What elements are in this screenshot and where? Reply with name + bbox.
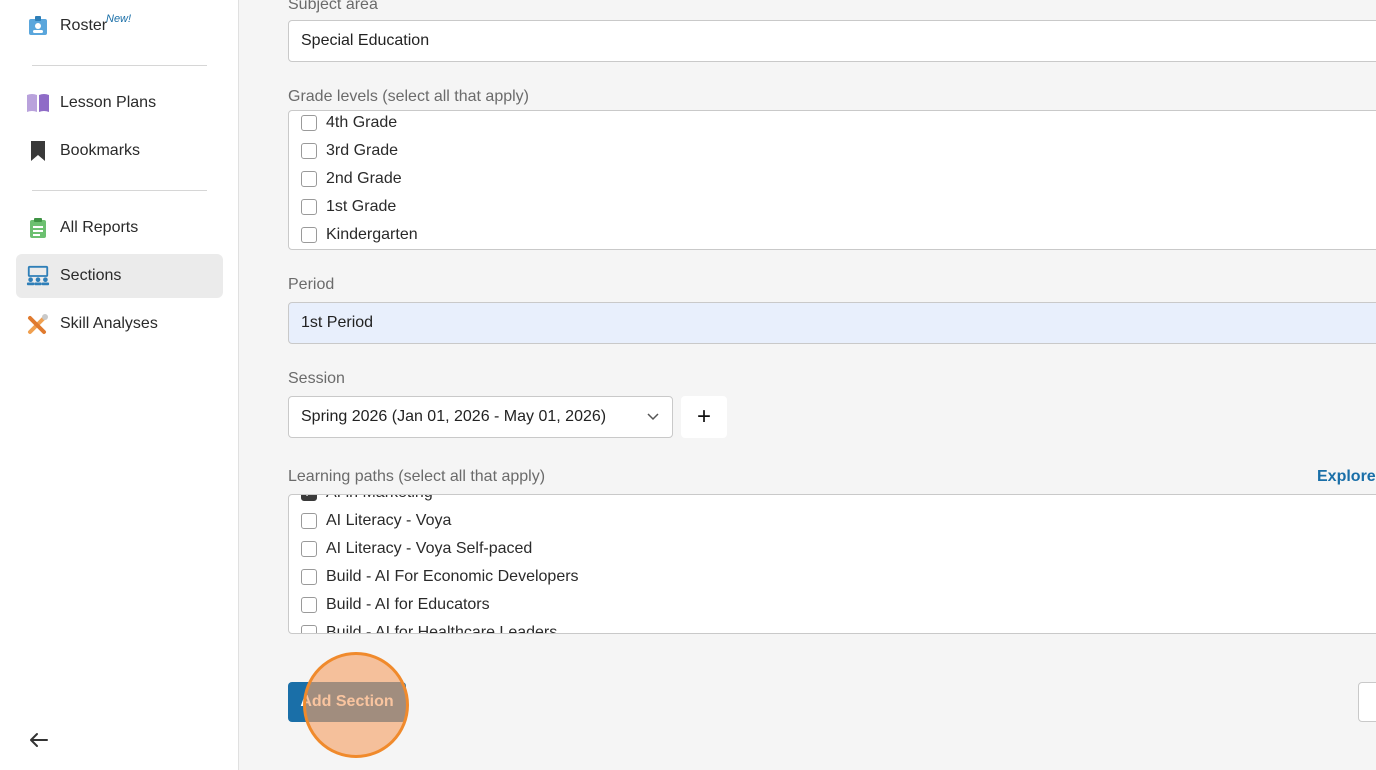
checkbox-checked[interactable]: ✓ (301, 495, 317, 501)
grade-option[interactable]: 4th Grade (301, 111, 397, 135)
checkbox[interactable] (301, 171, 317, 187)
plus-icon: + (696, 403, 711, 430)
option-label: Kindergarten (326, 226, 418, 243)
learning-path-option[interactable]: Build - AI for Educators (301, 593, 490, 617)
option-label: AI Literacy - Voya (326, 512, 452, 529)
option-label: 3rd Grade (326, 142, 399, 159)
checkbox[interactable] (301, 227, 317, 243)
learning-path-option[interactable]: Build - AI for Healthcare Leaders (301, 621, 558, 634)
grade-option[interactable]: 2nd Grade (301, 167, 402, 191)
checkbox[interactable] (301, 115, 317, 131)
option-label: AI in Marketing (326, 495, 433, 502)
learning-paths-label: Learning paths (select all that apply) (288, 468, 546, 485)
sidebar-item-bookmarks[interactable]: Bookmarks (16, 129, 223, 173)
add-section-button[interactable]: Add Section (288, 682, 406, 722)
subject-area-input[interactable]: Special Education (288, 20, 1376, 62)
grade-levels-label: Grade levels (select all that apply) (288, 88, 529, 105)
option-label: 1st Grade (326, 198, 397, 215)
sidebar-item-lesson-plans[interactable]: Lesson Plans (16, 81, 223, 125)
sidebar-item-label: All Reports (60, 219, 139, 236)
sidebar: Roster New! Lesson Plans Bookmarks All R… (0, 0, 239, 770)
subject-area-value: Special Education (301, 32, 430, 49)
grade-option[interactable]: 1st Grade (301, 195, 396, 219)
explore-link[interactable]: Explore (1317, 468, 1376, 486)
section-form: Subject area Special Education Grade lev… (240, 0, 1376, 770)
sidebar-item-label: Skill Analyses (60, 315, 158, 332)
checkbox[interactable] (301, 569, 317, 585)
period-label: Period (288, 276, 335, 293)
period-input[interactable]: 1st Period (288, 302, 1376, 344)
divider (32, 190, 207, 191)
arrow-left-icon (28, 732, 48, 753)
divider (32, 65, 207, 66)
grade-option[interactable]: Kindergarten (301, 223, 418, 247)
option-label: Build - AI for Educators (326, 596, 490, 613)
chevron-down-icon (646, 409, 660, 428)
learning-path-option[interactable]: AI Literacy - Voya (301, 509, 451, 533)
session-value: Spring 2026 (Jan 01, 2026 - May 01, 2026… (301, 408, 607, 425)
add-section-label: Add Section (300, 693, 394, 710)
clipboard-icon (26, 216, 50, 240)
learning-path-option[interactable]: Build - AI For Economic Developers (301, 565, 579, 589)
collapse-sidebar-button[interactable] (24, 728, 52, 756)
option-label: Build - AI For Economic Developers (326, 568, 579, 585)
sidebar-item-label: Sections (60, 267, 122, 284)
grade-option[interactable]: 3rd Grade (301, 139, 398, 163)
learning-path-option[interactable]: ✓ AI in Marketing (301, 495, 433, 505)
sidebar-item-all-reports[interactable]: All Reports (16, 206, 223, 250)
bookmark-icon (26, 139, 50, 163)
grade-levels-list[interactable]: 4th Grade 3rd Grade 2nd Grade 1st Grade … (288, 110, 1376, 250)
book-icon (26, 91, 50, 115)
checkbox[interactable] (301, 597, 317, 613)
sidebar-item-label: Roster (60, 17, 108, 34)
session-select[interactable]: Spring 2026 (Jan 01, 2026 - May 01, 2026… (288, 396, 673, 438)
roster-icon (26, 14, 50, 38)
add-session-button[interactable]: + (681, 396, 727, 438)
checkbox[interactable] (301, 625, 317, 633)
checkbox[interactable] (301, 199, 317, 215)
learning-paths-list[interactable]: ✓ AI in Marketing AI Literacy - Voya AI L… (288, 494, 1376, 634)
period-value: 1st Period (301, 314, 374, 331)
sidebar-item-roster[interactable]: Roster New! (16, 4, 223, 48)
new-badge: New! (106, 13, 132, 25)
sidebar-item-label: Bookmarks (60, 142, 141, 159)
classroom-icon (26, 264, 50, 288)
sidebar-item-sections[interactable]: Sections (16, 254, 223, 298)
sidebar-item-label: Lesson Plans (60, 94, 157, 111)
tools-icon (26, 312, 50, 336)
option-label: 4th Grade (326, 114, 398, 131)
option-label: 2nd Grade (326, 170, 402, 187)
cancel-button[interactable] (1358, 682, 1376, 722)
subject-area-label: Subject area (288, 0, 378, 13)
option-label: Build - AI for Healthcare Leaders (326, 624, 558, 634)
sidebar-item-skill-analyses[interactable]: Skill Analyses (16, 302, 223, 346)
option-label: AI Literacy - Voya Self-paced (326, 540, 533, 557)
checkbox[interactable] (301, 541, 317, 557)
checkbox[interactable] (301, 513, 317, 529)
checkbox[interactable] (301, 143, 317, 159)
session-label: Session (288, 370, 345, 387)
learning-path-option[interactable]: AI Literacy - Voya Self-paced (301, 537, 532, 561)
